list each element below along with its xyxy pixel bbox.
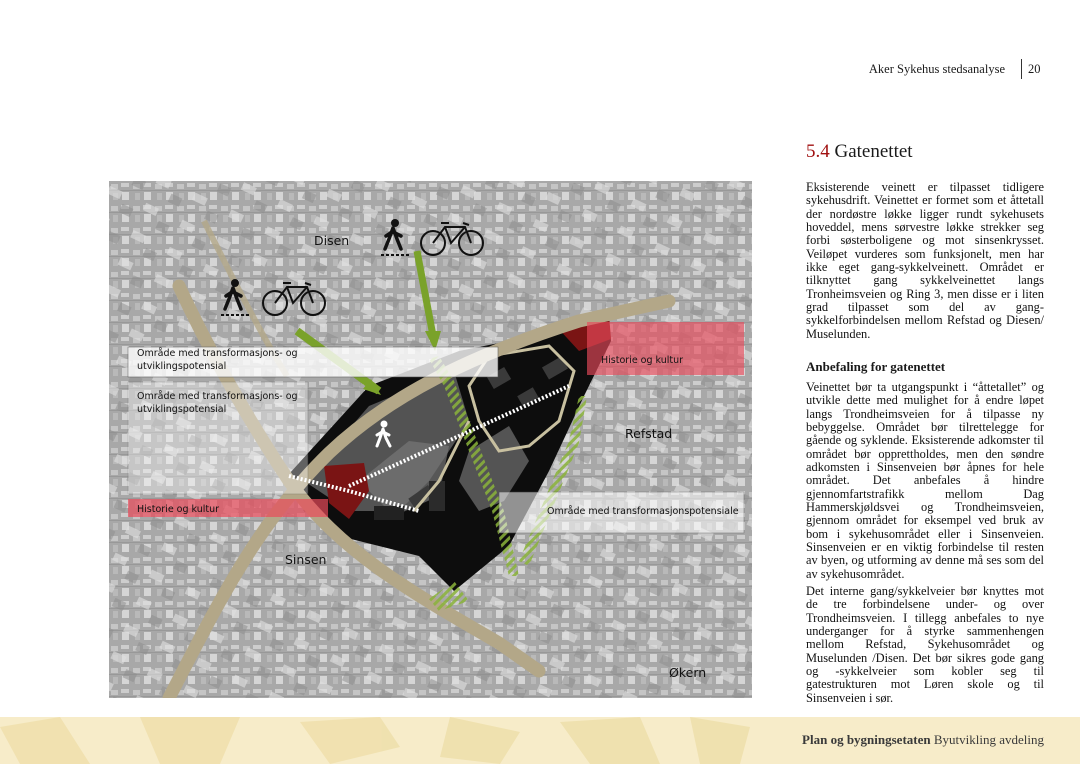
paragraph-existing-network: Eksisterende veinett er tilpasset tidlig…: [806, 180, 1044, 341]
zone-label-transformation-1: Område med transformasjons- og utvikling…: [137, 348, 298, 372]
paragraph-recommendation: Veinettet bør ta utgangspunkt i “åttetal…: [806, 380, 1044, 581]
zone-label-history-1: Historie og kultur: [601, 355, 684, 366]
paragraph-internal-paths: Det interne gang/sykkelveier bør knyttes…: [806, 584, 1044, 705]
subheading-recommendation: Anbefaling for gatenettet: [806, 359, 946, 374]
street-network-map: Disen Refstad Sinsen Økern Område med tr…: [109, 181, 752, 698]
zone-label-history-2: Historie og kultur: [137, 504, 220, 515]
zone-label-transformation-3: Område med transformasjonspotensiale: [547, 506, 739, 517]
section-number: 5.4: [806, 141, 830, 162]
document-title: Aker Sykehus stedsanalyse: [868, 62, 1005, 76]
place-label-sinsen: Sinsen: [285, 552, 327, 567]
place-label-disen: Disen: [314, 233, 350, 248]
footer-department: Byutvikling avdeling: [933, 732, 1044, 747]
place-label-refstad: Refstad: [625, 426, 673, 441]
section-heading: 5.4 Gatenettet: [806, 141, 913, 163]
section-title: Gatenettet: [834, 141, 913, 162]
footer-org-name: Plan og bygningsetaten: [802, 732, 931, 747]
place-label-okern: Økern: [669, 665, 707, 680]
page-number: 20: [1028, 62, 1041, 76]
header-divider: [1021, 59, 1022, 79]
footer: Plan og bygningsetaten Byutvikling avdel…: [0, 717, 1080, 764]
zone-label-transformation-2: Område med transformasjons- og utvikling…: [137, 391, 298, 415]
footer-organization: Plan og bygningsetaten Byutvikling avdel…: [802, 732, 1044, 748]
